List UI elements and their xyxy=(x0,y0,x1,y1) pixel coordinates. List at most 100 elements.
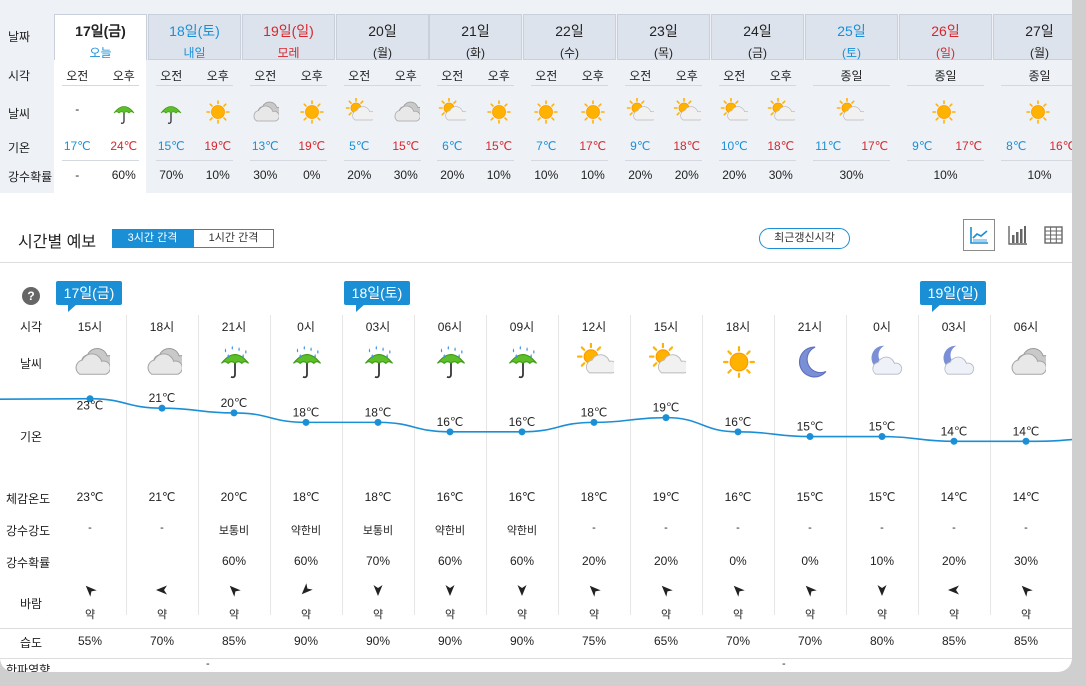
hourly-time: 15시 xyxy=(77,320,103,334)
daily-temp-low: 9℃ xyxy=(912,139,933,153)
temperature-point xyxy=(302,418,310,426)
daily-date-header[interactable]: 27일 (월) xyxy=(993,14,1072,60)
hourly-precip-intensity: - xyxy=(880,522,884,534)
sun-cloud-icon xyxy=(673,98,701,121)
hourly-precip-intensity: - xyxy=(952,522,956,534)
hourly-wind-direction xyxy=(947,583,961,597)
daily-time: 오전 xyxy=(535,69,558,83)
daily-time: 오전 xyxy=(66,69,89,83)
sun-icon xyxy=(722,345,756,379)
daily-date-header[interactable]: 17일(금) 오늘 xyxy=(54,14,147,60)
hourly-humidity: 80% xyxy=(869,634,895,648)
row-divider xyxy=(437,85,514,86)
hourly-precip-intensity: - xyxy=(736,522,740,534)
moon-cloud-icon xyxy=(871,345,902,375)
table-view-button[interactable] xyxy=(1037,219,1069,251)
row-divider xyxy=(625,85,702,86)
hourly-wind-direction xyxy=(371,583,385,597)
daily-precip-prob: 30% xyxy=(393,168,418,182)
daily-date-sub: 오늘 xyxy=(89,46,112,60)
hourly-wind-speed: 약 xyxy=(300,609,312,621)
daily-date: 22일 xyxy=(555,23,584,39)
row-divider xyxy=(62,85,139,86)
sun-icon xyxy=(486,100,511,124)
wind-direction-icon xyxy=(733,585,745,597)
interval-1h-button[interactable]: 1시간 간격 xyxy=(193,229,274,248)
temperature-label: 18℃ xyxy=(581,405,608,419)
day-flag: 18일(토) xyxy=(344,281,410,312)
daily-temp: 15℃ xyxy=(157,139,185,153)
daily-date-header[interactable]: 22일 (수) xyxy=(523,14,616,60)
daily-precip-prob: 10% xyxy=(1027,168,1052,182)
bar-chart-icon xyxy=(1008,226,1027,245)
row-divider xyxy=(156,85,233,86)
daily-date: 17일(금) xyxy=(75,23,126,39)
daily-date-header[interactable]: 19일(일) 모레 xyxy=(242,14,335,60)
daily-time: 오후 xyxy=(769,69,792,83)
hourly-precip-intensity: - xyxy=(808,522,812,534)
daily-date: 18일(토) xyxy=(169,23,220,39)
sun-icon xyxy=(580,100,605,124)
umbrella-icon xyxy=(113,106,135,124)
temperature-label: 16℃ xyxy=(509,415,536,429)
line-chart-icon xyxy=(970,227,988,244)
daily-precip-prob: - xyxy=(75,168,80,182)
daily-temp: 18℃ xyxy=(767,139,795,153)
temperature-label: 18℃ xyxy=(365,405,392,419)
daily-date: 23일 xyxy=(649,23,678,39)
daily-date-header[interactable]: 23일 (목) xyxy=(617,14,710,60)
interval-3h-button[interactable]: 3시간 간격 xyxy=(112,229,193,248)
row-label-date: 날짜 xyxy=(8,30,31,44)
hourly-wind-speed: 약 xyxy=(804,609,816,621)
daily-precip-prob: 30% xyxy=(839,168,864,182)
temperature-point xyxy=(230,409,238,417)
daily-date-header[interactable]: 20일 (월) xyxy=(336,14,429,60)
table-icon xyxy=(1044,226,1063,244)
hourly-precip-prob: 10% xyxy=(869,554,895,568)
daily-weather xyxy=(485,98,513,126)
graph-view-button[interactable] xyxy=(963,219,995,251)
row-divider xyxy=(625,160,702,161)
daily-column: 24일 (금) 오전 10℃ 20% 오후 18℃ 30% xyxy=(711,14,804,193)
hourly-label-cold: 한파영향 xyxy=(6,663,51,672)
daily-precip-prob: 10% xyxy=(486,168,511,182)
hourly-wind-direction xyxy=(299,583,313,597)
hourly-weather xyxy=(648,343,686,381)
weather-forecast-panel: 날짜 시각 날씨 기온 강수확률 17일(금) 오늘 오전 - 17℃ - 오후 24℃ 6… xyxy=(0,0,1072,672)
rain-umbrella-icon xyxy=(364,345,394,379)
daily-column: 21일 (화) 오전 6℃ 20% 오후 15℃ 10% xyxy=(429,14,522,193)
hourly-time: 12시 xyxy=(581,320,607,334)
bar-view-button[interactable] xyxy=(1001,219,1033,251)
row-divider xyxy=(156,160,233,161)
temperature-label: 19℃ xyxy=(653,401,680,415)
daily-weather xyxy=(251,98,280,126)
hourly-time: 06시 xyxy=(1013,320,1039,334)
hourly-wind-direction xyxy=(731,583,745,597)
daily-date-header[interactable]: 18일(토) 내일 xyxy=(148,14,241,60)
hourly-weather xyxy=(1008,343,1046,381)
daily-time: 오후 xyxy=(300,69,323,83)
hourly-humidity: 70% xyxy=(149,634,175,648)
day-flag: 19일(일) xyxy=(920,281,986,312)
help-icon[interactable]: ? xyxy=(22,287,40,305)
hourly-humidity: 65% xyxy=(653,634,679,648)
daily-weather xyxy=(204,98,232,126)
hourly-wind-direction xyxy=(875,583,889,597)
hourly-weather xyxy=(432,343,470,381)
daily-date-header[interactable]: 21일 (화) xyxy=(429,14,522,60)
hourly-precip-prob: 20% xyxy=(581,554,607,568)
daily-date-sub: (화) xyxy=(465,46,486,60)
daily-date-header[interactable]: 25일 (토) xyxy=(805,14,898,60)
row-divider xyxy=(344,160,421,161)
row-divider xyxy=(907,160,984,161)
sun-cloud-icon xyxy=(767,98,795,121)
row-divider xyxy=(907,85,984,86)
day-flag: 17일(금) xyxy=(56,281,122,312)
daily-time: 종일 xyxy=(934,69,957,83)
daily-weather xyxy=(532,98,560,126)
hourly-weather xyxy=(792,343,830,381)
daily-date-header[interactable]: 26일 (일) xyxy=(899,14,992,60)
refresh-time-button[interactable]: 최근갱신시각 xyxy=(759,228,850,249)
row-divider xyxy=(813,85,890,86)
daily-date-header[interactable]: 24일 (금) xyxy=(711,14,804,60)
